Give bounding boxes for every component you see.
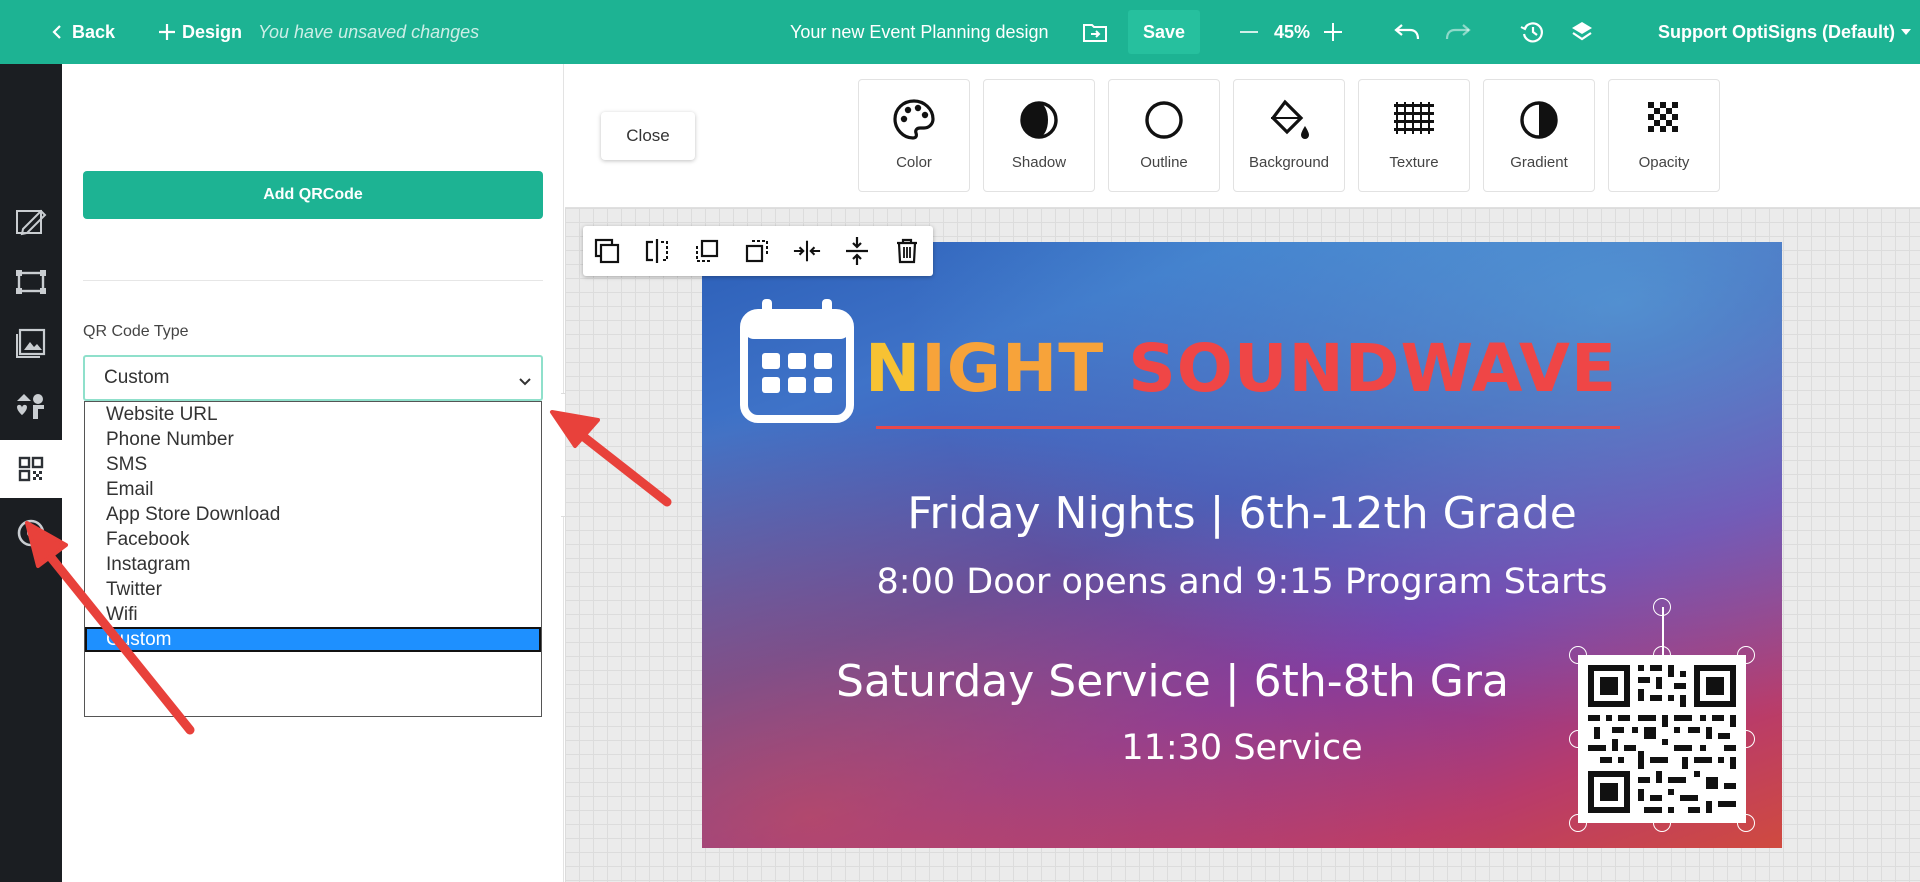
close-button[interactable]: Close [601,112,695,160]
edit-icon[interactable] [0,193,62,251]
resize-handle-bottom-right[interactable] [1737,814,1755,832]
selected-type: Custom [104,367,170,388]
design-title[interactable]: Your new Event Planning design [790,22,1049,43]
texture-tool[interactable]: Texture [1358,79,1470,192]
account-label: Support OptiSigns (Default) [1658,21,1895,42]
option-phone-number[interactable]: Phone Number [85,427,541,452]
back-label: Back [72,21,116,42]
option-website-url[interactable]: Website URL [85,402,541,427]
qr-code-icon[interactable] [0,440,62,498]
plus-icon [158,23,176,41]
gradient-tool-label: Gradient [1510,154,1568,171]
back-button[interactable]: Back [52,0,115,64]
color-tool-label: Color [896,154,932,171]
add-qrcode-button[interactable]: Add QRCode [83,171,543,219]
qr-code-panel: Add QRCode QR Code Type Custom Website U… [62,64,564,882]
resize-handle-top-left[interactable] [1569,646,1587,664]
texture-icon [1359,98,1469,142]
zoom-in-icon[interactable] [1324,0,1342,64]
background-tool-label: Background [1248,154,1330,171]
history-icon[interactable] [1520,0,1546,64]
redo-icon[interactable] [1445,0,1471,64]
bring-forward-icon[interactable] [693,237,721,265]
opacity-tool-label: Opacity [1638,154,1690,171]
divider [83,280,543,281]
image-icon[interactable] [0,314,62,372]
option-facebook[interactable]: Facebook [85,527,541,552]
unsaved-changes-text: You have unsaved changes [258,21,480,42]
opacity-tool[interactable]: Opacity [1608,79,1720,192]
outline-tool[interactable]: Outline [1108,79,1220,192]
flip-icon[interactable] [643,237,671,265]
qr-code-image [1578,655,1746,823]
option-custom[interactable]: Custom [85,627,541,652]
zoom-out-icon[interactable] [1240,0,1258,64]
design-button[interactable]: Design [158,0,242,64]
background-tool[interactable]: Background [1233,79,1345,192]
poster-title: NIGHT SOUNDWAVE [865,330,1617,407]
qr-code-type-label: QR Code Type [83,323,189,340]
gradient-tool[interactable]: Gradient [1483,79,1595,192]
calendar-icon [740,297,854,428]
resize-handle-bottom-left[interactable] [1569,814,1587,832]
send-backward-icon[interactable] [743,237,771,265]
shadow-tool[interactable]: Shadow [983,79,1095,192]
shadow-icon [984,98,1094,142]
undo-icon[interactable] [1394,0,1420,64]
chevron-left-icon [52,24,62,40]
paint-bucket-icon [1234,98,1344,142]
top-bar: Back Design You have unsaved changes You… [0,0,1920,64]
duplicate-icon[interactable] [593,237,621,265]
color-tool[interactable]: Color [858,79,970,192]
zoom-level: 45% [1274,21,1311,42]
element-toolbar [583,226,933,276]
resize-handle-right[interactable] [1737,730,1755,748]
outline-tool-label: Outline [1140,154,1188,171]
resize-handle-top-right[interactable] [1737,646,1755,664]
layers-icon[interactable] [1570,0,1594,64]
resize-handle-top[interactable] [1653,646,1671,664]
option-sms[interactable]: SMS [85,452,541,477]
poster-title-mid: IGHT [921,330,1105,407]
center-horizontal-icon[interactable] [793,237,821,265]
poster-title-first: N [865,330,922,407]
poster-title-rest: SOUNDWAVE [1104,330,1618,407]
media-icon[interactable] [0,377,62,435]
resize-handle-bottom[interactable] [1653,814,1671,832]
poster-line-1: Friday Nights | 6th-12th Grade [907,488,1577,539]
option-app-store-download[interactable]: App Store Download [85,502,541,527]
chevron-down-icon [519,370,531,392]
save-button[interactable]: Save [1128,10,1200,54]
shadow-tool-label: Shadow [1011,154,1067,171]
texture-tool-label: Texture [1389,154,1439,171]
rotate-handle[interactable] [1653,598,1671,616]
qr-code-type-select[interactable]: Custom [83,355,543,401]
option-email[interactable]: Email [85,477,541,502]
option-instagram[interactable]: Instagram [85,552,541,577]
caret-down-icon [1900,29,1911,35]
layout-icon[interactable] [0,253,62,311]
account-menu[interactable]: Support OptiSigns (Default) [1658,0,1911,64]
center-vertical-icon[interactable] [843,237,871,265]
qr-code-element[interactable] [1578,655,1746,823]
gradient-icon [1484,98,1594,142]
qr-type-dropdown: Website URL Phone Number SMS Email App S… [84,401,542,717]
trash-icon[interactable] [893,237,921,265]
option-twitter[interactable]: Twitter [85,577,541,602]
poster-line-2: 8:00 Door opens and 9:15 Program Starts [876,562,1608,602]
outline-icon [1109,98,1219,142]
palette-icon [859,98,969,142]
apps-icon[interactable] [0,504,62,562]
resize-handle-left[interactable] [1569,730,1587,748]
opacity-icon [1609,98,1719,138]
title-underline [876,426,1620,429]
tool-rail [0,64,62,882]
option-wifi[interactable]: Wifi [85,602,541,627]
move-to-folder-icon[interactable] [1082,0,1108,64]
design-label: Design [182,21,243,42]
